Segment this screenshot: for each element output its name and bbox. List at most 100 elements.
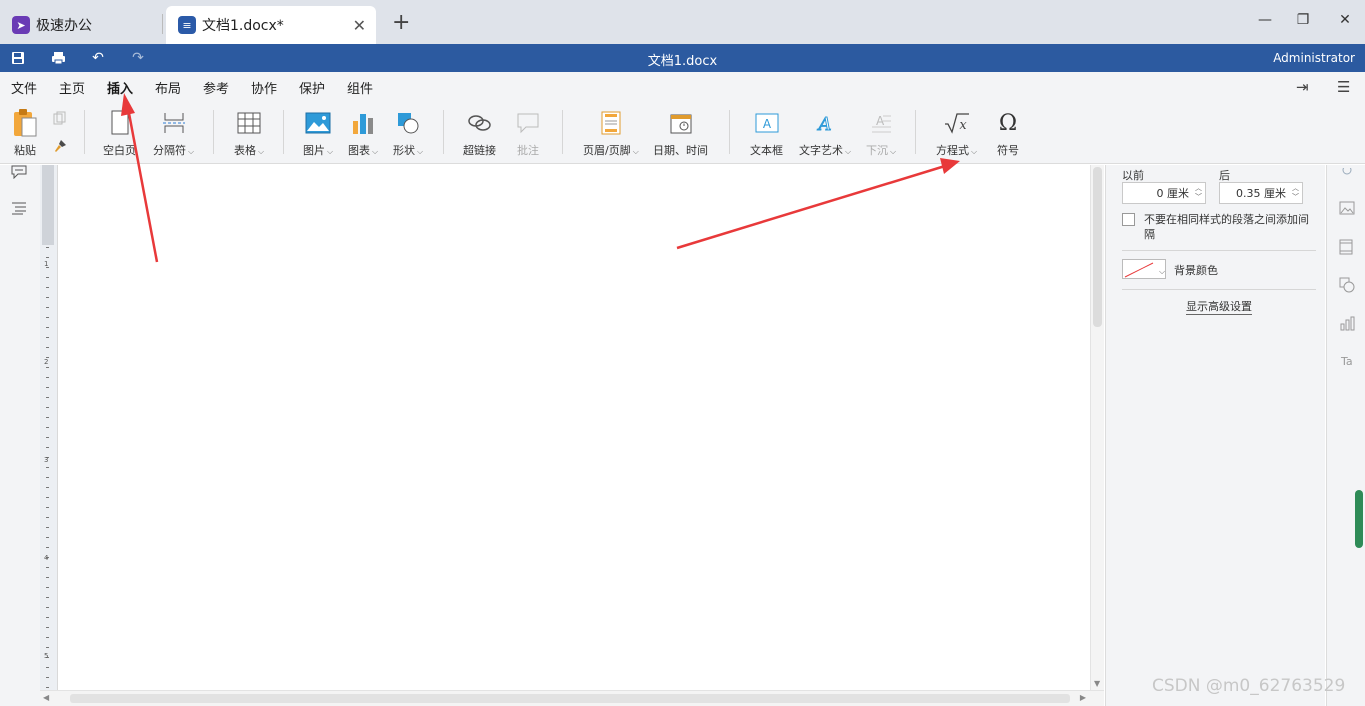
menu-references[interactable]: 参考 <box>203 78 229 97</box>
table-button[interactable]: 表格 ⌵ <box>234 110 264 158</box>
clipboard-icon <box>12 109 38 137</box>
vertical-ruler[interactable]: 1 2 3 4 5 <box>40 165 58 706</box>
svg-text:⌵: ⌵ <box>1159 267 1165 276</box>
ruler-tick <box>46 387 49 388</box>
ruler-tick <box>46 317 49 318</box>
title-bar: ↶ ↷ 文档1.docx Administrator <box>0 44 1365 72</box>
textbox-button[interactable]: A 文本框 <box>750 110 783 158</box>
hamburger-menu-icon[interactable]: ☰ <box>1337 78 1350 96</box>
ribbon-divider <box>213 110 214 154</box>
symbol-label: 符号 <box>997 144 1019 157</box>
menu-insert[interactable]: 插入 <box>107 78 134 103</box>
scroll-down-icon[interactable]: ▼ <box>1094 679 1100 688</box>
spacing-before-value: 0 厘米 <box>1156 187 1190 200</box>
menu-file[interactable]: 文件 <box>11 78 37 97</box>
ruler-tick <box>46 397 49 398</box>
calendar-icon <box>668 110 694 136</box>
minimize-icon[interactable]: — <box>1255 12 1275 28</box>
ruler-number: 5 <box>44 652 49 660</box>
new-tab-icon[interactable]: + <box>392 10 410 35</box>
comment-panel-icon[interactable] <box>10 165 28 182</box>
shape-icon <box>395 110 421 136</box>
tab-document[interactable]: ≡ 文档1.docx* ✕ <box>166 6 376 44</box>
dropcap-button[interactable]: A 下沉 ⌵ <box>866 110 896 158</box>
ruler-tick <box>46 527 49 528</box>
ruler-tick <box>46 257 49 258</box>
text-art-settings-icon[interactable]: Ta <box>1339 353 1355 369</box>
document-page[interactable] <box>59 165 1090 690</box>
paste-label: 粘贴 <box>14 144 36 157</box>
ruler-tick <box>46 667 49 668</box>
ribbon-divider <box>562 110 563 154</box>
blank-page-icon <box>107 110 133 136</box>
user-name[interactable]: Administrator <box>1273 51 1355 65</box>
ruler-tick <box>46 567 49 568</box>
menu-components[interactable]: 组件 <box>347 78 373 97</box>
spinner-arrows-icon[interactable]: ︿ ﹀ <box>1292 184 1299 202</box>
shape-button[interactable]: 形状 ⌵ <box>393 110 423 158</box>
menu-collaborate[interactable]: 协作 <box>251 78 277 97</box>
copy-button[interactable] <box>52 110 68 126</box>
chart-button[interactable]: 图表 ⌵ <box>348 110 378 158</box>
horizontal-scroll-thumb[interactable] <box>70 694 1070 703</box>
textbox-label: 文本框 <box>750 144 783 157</box>
menu-layout[interactable]: 布局 <box>155 78 181 97</box>
spinner-arrows-icon[interactable]: ︿ ﹀ <box>1195 184 1202 202</box>
ruler-tick <box>46 537 49 538</box>
horizontal-scrollbar[interactable]: ◀ ▶ <box>40 690 1104 706</box>
ruler-tick <box>46 287 49 288</box>
paragraph-settings-panel: 以前 后 0 厘米 ︿ ﹀ 0.35 厘米 ︿ ﹀ 不要在相同样式的段落之间添加间隔… <box>1105 165 1325 706</box>
no-space-checkbox[interactable] <box>1122 213 1135 226</box>
paste-button[interactable]: 粘贴 <box>12 109 38 158</box>
header-footer-icon <box>598 110 624 136</box>
restore-icon[interactable]: ❐ <box>1293 12 1313 28</box>
header-footer-button[interactable]: 页眉/页脚 ⌵ <box>583 110 639 158</box>
scroll-right-icon[interactable]: ▶ <box>1080 693 1086 702</box>
open-location-icon[interactable]: ⇥ <box>1296 78 1309 96</box>
header-footer-settings-icon[interactable] <box>1339 239 1355 255</box>
tab-home[interactable]: ➤ 极速办公 <box>0 6 160 44</box>
close-window-icon[interactable]: ✕ <box>1335 12 1355 28</box>
navigation-icon[interactable] <box>11 201 27 218</box>
breaks-button[interactable]: 分隔符 ⌵ <box>153 110 194 158</box>
volume-indicator <box>1355 490 1363 548</box>
vertical-scrollbar[interactable]: ▼ <box>1090 165 1104 690</box>
wordart-button[interactable]: A 文字艺术 ⌵ <box>799 110 851 158</box>
picture-button[interactable]: 图片 ⌵ <box>303 110 333 158</box>
hyperlink-button[interactable]: 超链接 <box>463 110 496 158</box>
ruler-tick <box>46 597 49 598</box>
datetime-button[interactable]: 日期、时间 <box>653 110 708 158</box>
blank-page-button[interactable]: 空白页 <box>103 110 136 158</box>
format-painter-button[interactable] <box>52 138 68 154</box>
ruler-tick <box>46 687 49 688</box>
vertical-scroll-thumb[interactable] <box>1093 167 1102 327</box>
background-color-picker[interactable]: ⌵ <box>1122 259 1166 279</box>
dropcap-icon: A <box>868 110 894 136</box>
comment-label: 批注 <box>517 144 539 157</box>
chart-label: 图表 ⌵ <box>348 144 379 157</box>
shape-settings-icon[interactable] <box>1339 277 1355 293</box>
symbol-button[interactable]: Ω 符号 <box>995 110 1021 158</box>
ruler-margin-marker[interactable] <box>42 165 54 245</box>
scroll-left-icon[interactable]: ◀ <box>43 693 49 702</box>
ribbon-divider <box>729 110 730 154</box>
watermark: CSDN @m0_62763529 <box>1152 676 1346 696</box>
close-tab-icon[interactable]: ✕ <box>353 16 366 35</box>
chart-settings-icon[interactable] <box>1339 315 1355 331</box>
tab-divider <box>162 14 163 34</box>
image-settings-icon[interactable] <box>1339 201 1355 217</box>
ruler-tick <box>46 577 49 578</box>
menu-protect[interactable]: 保护 <box>299 78 325 97</box>
equation-button[interactable]: x 方程式 ⌵ <box>936 110 977 158</box>
shape-label: 形状 ⌵ <box>393 144 424 157</box>
comment-button[interactable]: 批注 <box>515 110 541 158</box>
spacing-before-input[interactable]: 0 厘米 ︿ ﹀ <box>1122 182 1206 204</box>
panel-divider <box>1122 289 1316 290</box>
ribbon-divider <box>84 110 85 154</box>
spacing-after-input[interactable]: 0.35 厘米 ︿ ﹀ <box>1219 182 1303 204</box>
spacing-before-label: 以前 <box>1122 169 1144 182</box>
show-advanced-settings-link[interactable]: 显示高级设置 <box>1186 298 1252 315</box>
ruler-tick <box>46 617 49 618</box>
menu-home[interactable]: 主页 <box>59 78 85 97</box>
settings-icon[interactable] <box>1339 165 1355 183</box>
